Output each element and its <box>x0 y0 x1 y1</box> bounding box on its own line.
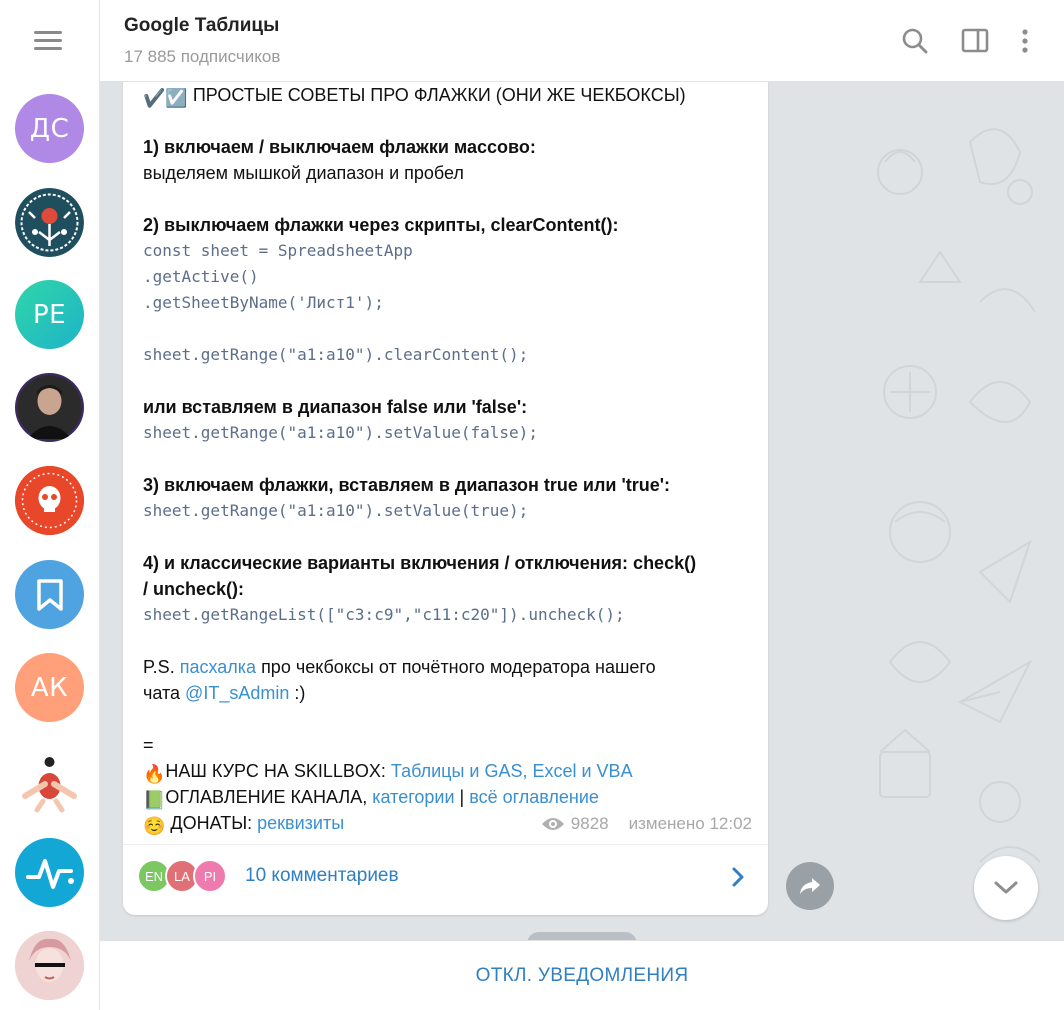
commenter-avatar: PI <box>193 859 227 893</box>
code-line[interactable]: .getActive() <box>143 264 753 290</box>
share-button[interactable] <box>786 862 834 910</box>
photo-avatar-icon <box>15 931 84 1000</box>
code-line[interactable]: sheet.getRange("a1:a10").setValue(true); <box>143 498 753 524</box>
code-line[interactable]: .getSheetByName('Лист1'); <box>143 290 753 316</box>
easter-egg-link[interactable]: пасхалка <box>180 657 256 677</box>
share-arrow-icon <box>800 878 820 894</box>
course-line: 🔥НАШ КУРС НА SKILLBOX: Таблицы и GAS, Ex… <box>143 758 753 784</box>
code-line[interactable]: sheet.getRangeList(["c3:c9","c11:c20"]).… <box>143 602 753 628</box>
date-badge <box>527 932 637 940</box>
bookmark-icon <box>36 578 63 611</box>
chat-avatar-ds[interactable]: ДС <box>15 94 84 163</box>
chat-list-sidebar: ДС PE АК <box>0 0 100 1010</box>
search-icon[interactable] <box>900 26 930 56</box>
section-2-heading: 2) выключаем флажки через скрипты, clear… <box>143 215 619 235</box>
chat-avatar-pe[interactable]: PE <box>15 280 84 349</box>
post-title: ПРОСТЫЕ СОВЕТЫ ПРО ФЛАЖКИ (ОНИ ЖЕ ЧЕКБОК… <box>187 85 686 105</box>
chat-avatar-illustration[interactable] <box>15 746 84 815</box>
channel-footer: ОТКЛ. УВЕДОМЛЕНИЯ <box>100 940 1064 1010</box>
view-count: 9828 <box>570 814 609 833</box>
full-toc-link[interactable]: всё оглавление <box>469 787 599 807</box>
chat-title[interactable]: Google Таблицы <box>124 15 279 37</box>
chat-avatar-skull[interactable] <box>15 466 84 535</box>
avatar-initials: ДС <box>29 113 70 144</box>
commenter-initials: LA <box>174 868 190 884</box>
eye-icon <box>541 818 564 830</box>
commenter-initials: PI <box>203 868 217 884</box>
avatar-initials: PE <box>32 299 67 330</box>
chat-avatar-photo-man[interactable] <box>15 373 84 442</box>
code-line[interactable]: sheet.getRange("a1:a10").setValue(false)… <box>143 420 753 446</box>
donate-link[interactable]: реквизиты <box>257 813 344 833</box>
section-4-heading-cont: / uncheck(): <box>143 579 245 599</box>
ps-line: P.S. пасхалка про чекбоксы от почётного … <box>143 654 753 680</box>
edited-timestamp: изменено 12:02 <box>628 814 752 833</box>
toc-line: 📗ОГЛАВЛЕНИЕ КАНАЛА, категории | всё огла… <box>143 784 753 810</box>
smile-emoji-icon: ☺️ <box>143 816 166 836</box>
scroll-down-button[interactable] <box>974 856 1038 920</box>
sidebar-panel-icon[interactable] <box>960 26 990 56</box>
post-meta: 9828 изменено 12:02 <box>541 814 752 834</box>
code-line[interactable]: sheet.getRange("a1:a10").clearContent(); <box>143 342 753 368</box>
mute-notifications-button[interactable]: ОТКЛ. УВЕДОМЛЕНИЯ <box>476 965 689 987</box>
chat-avatar-ornament[interactable] <box>15 188 84 257</box>
channel-post: ✔️☑️ ПРОСТЫЕ СОВЕТЫ ПРО ФЛАЖКИ (ОНИ ЖЕ Ч… <box>123 82 768 915</box>
course-label: НАШ КУРС НА SKILLBOX: <box>165 761 391 781</box>
chevron-right-icon <box>732 867 744 887</box>
ps-text: про чекбоксы от почётного модератора наш… <box>256 657 656 677</box>
post-text: ✔️☑️ ПРОСТЫЕ СОВЕТЫ ПРО ФЛАЖКИ (ОНИ ЖЕ Ч… <box>143 82 753 836</box>
background-doodle-icon <box>877 128 1041 863</box>
ps-line-2: чата @IT_sAdmin :) <box>143 680 753 706</box>
code-line[interactable]: const sheet = SpreadsheetApp <box>143 238 753 264</box>
post-title-line: ✔️☑️ ПРОСТЫЕ СОВЕТЫ ПРО ФЛАЖКИ (ОНИ ЖЕ Ч… <box>143 82 753 108</box>
pulse-icon <box>25 858 74 889</box>
toc-label: ОГЛАВЛЕНИЕ КАНАЛА, <box>165 787 373 807</box>
chat-background: ✔️☑️ ПРОСТЫЕ СОВЕТЫ ПРО ФЛАЖКИ (ОНИ ЖЕ Ч… <box>100 82 1064 940</box>
avatar-initials: АК <box>30 672 69 703</box>
ps-prefix: P.S. <box>143 657 180 677</box>
chat-header: Google Таблицы 17 885 подписчиков <box>100 0 1064 82</box>
section-1-heading: 1) включаем / выключаем флажки массово: <box>143 137 536 157</box>
comments-count-label: 10 комментариев <box>245 865 399 886</box>
section-4-heading: 4) и классические варианты включения / о… <box>143 553 697 573</box>
chat-avatar-pulse[interactable] <box>15 838 84 907</box>
categories-link[interactable]: категории <box>372 787 454 807</box>
skull-logo-icon <box>15 466 84 535</box>
toc-separator: | <box>454 787 470 807</box>
commenter-initials: EN <box>144 868 164 884</box>
section-1-text: выделяем мышкой диапазон и пробел <box>143 163 464 183</box>
chat-avatar-saved[interactable] <box>15 560 84 629</box>
ps-text: :) <box>289 683 306 703</box>
separator-text: = <box>143 735 154 755</box>
photo-avatar-icon <box>17 375 82 440</box>
course-link[interactable]: Таблицы и GAS, Excel и VBA <box>391 761 633 781</box>
user-mention-link[interactable]: @IT_sAdmin <box>185 683 289 703</box>
section-2b-heading: или вставляем в диапазон false или 'fals… <box>143 397 528 417</box>
donate-label: ДОНАТЫ: <box>165 813 258 833</box>
ps-text: чата <box>143 683 186 703</box>
chevron-down-icon <box>994 881 1018 894</box>
chat-avatar-ak[interactable]: АК <box>15 653 84 722</box>
subscriber-count: 17 885 подписчиков <box>124 47 281 66</box>
section-3-heading: 3) включаем флажки, вставляем в диапазон… <box>143 475 671 495</box>
chat-avatar-photo-girl[interactable] <box>15 931 84 1000</box>
ornament-avatar-icon <box>15 188 84 257</box>
hamburger-menu-icon[interactable] <box>34 31 64 51</box>
illustration-avatar-icon <box>22 757 77 813</box>
comments-button[interactable]: EN LA PI 10 комментариев <box>123 845 768 915</box>
more-vertical-icon[interactable] <box>1013 26 1037 56</box>
checkmark-emoji-icon: ✔️☑️ <box>143 88 188 108</box>
